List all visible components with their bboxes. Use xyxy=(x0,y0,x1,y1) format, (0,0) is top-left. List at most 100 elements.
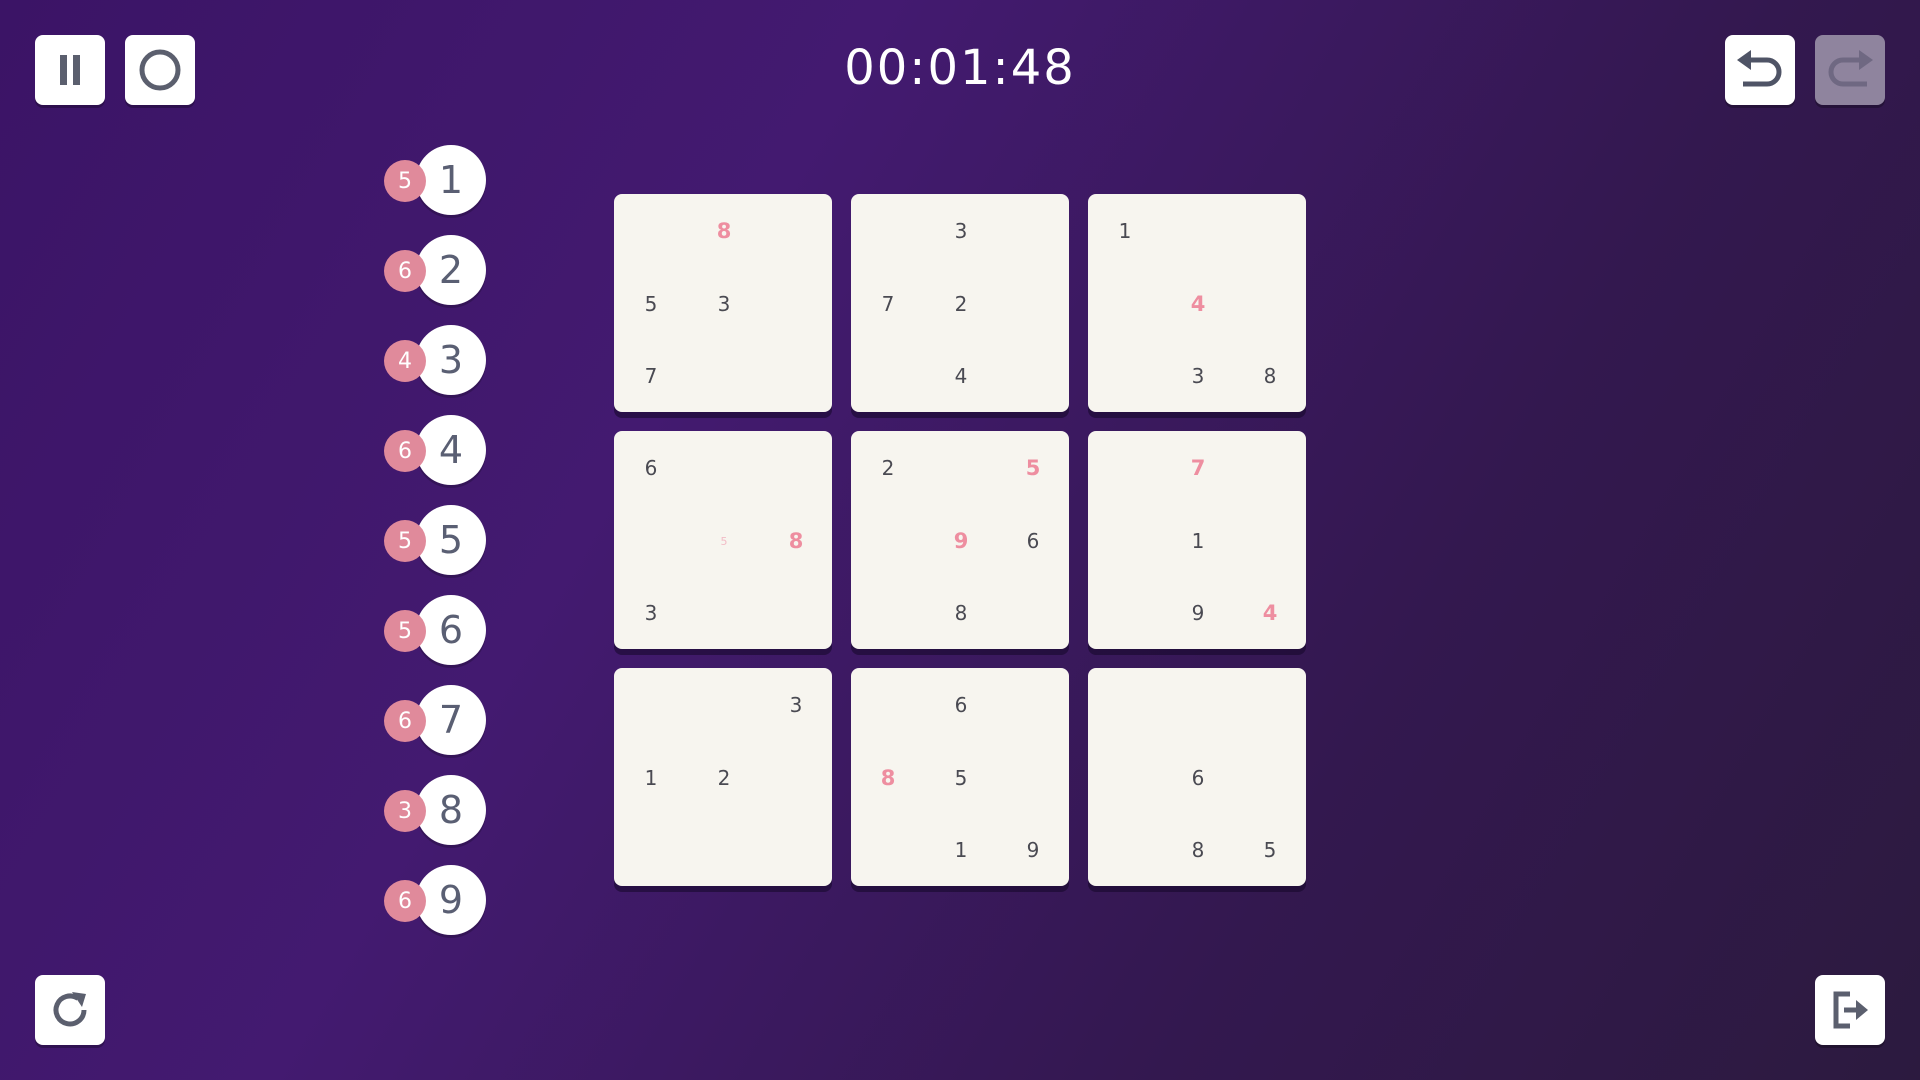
sudoku-cell[interactable] xyxy=(760,340,832,412)
sudoku-cell[interactable] xyxy=(852,195,924,267)
sudoku-cell[interactable] xyxy=(615,814,687,886)
sudoku-cell[interactable] xyxy=(760,742,832,814)
exit-icon xyxy=(1833,991,1868,1029)
number-label: 5 xyxy=(416,505,486,575)
sudoku-cell[interactable] xyxy=(760,195,832,267)
number-button-5[interactable]: 5 5 xyxy=(384,505,494,577)
sudoku-cell[interactable]: 8 xyxy=(1234,340,1306,412)
sudoku-cell[interactable]: 1 xyxy=(1089,195,1161,267)
sudoku-cell[interactable] xyxy=(997,669,1069,741)
sudoku-cell[interactable] xyxy=(852,340,924,412)
sudoku-cell[interactable]: 4 xyxy=(925,340,997,412)
number-button-9[interactable]: 6 9 xyxy=(384,865,494,937)
number-button-2[interactable]: 6 2 xyxy=(384,235,494,307)
sudoku-cell[interactable] xyxy=(760,814,832,886)
number-button-1[interactable]: 5 1 xyxy=(384,145,494,217)
sudoku-cell[interactable]: 5 xyxy=(925,742,997,814)
sudoku-cell[interactable]: 9 xyxy=(925,505,997,577)
sudoku-cell[interactable]: 3 xyxy=(688,268,760,340)
sudoku-cell[interactable]: 2 xyxy=(688,742,760,814)
sudoku-cell[interactable] xyxy=(1089,340,1161,412)
sudoku-cell[interactable]: 5 xyxy=(997,432,1069,504)
sudoku-cell[interactable]: 3 xyxy=(615,577,687,649)
sudoku-cell[interactable] xyxy=(1234,742,1306,814)
sudoku-cell[interactable]: 5 xyxy=(1234,814,1306,886)
sudoku-cell[interactable] xyxy=(997,340,1069,412)
sudoku-cell[interactable]: 5 xyxy=(688,505,760,577)
number-button-6[interactable]: 5 6 xyxy=(384,595,494,667)
restart-icon xyxy=(53,992,87,1027)
sudoku-cell[interactable] xyxy=(1162,669,1234,741)
sudoku-cell[interactable] xyxy=(1089,505,1161,577)
sudoku-cell[interactable] xyxy=(688,340,760,412)
sudoku-cell[interactable] xyxy=(1089,814,1161,886)
sudoku-cell[interactable] xyxy=(925,432,997,504)
restart-button[interactable] xyxy=(35,975,105,1045)
number-button-3[interactable]: 4 3 xyxy=(384,325,494,397)
sudoku-cell[interactable] xyxy=(615,195,687,267)
sudoku-cell[interactable]: 7 xyxy=(852,268,924,340)
sudoku-cell[interactable]: 2 xyxy=(925,268,997,340)
sudoku-cell[interactable] xyxy=(1234,195,1306,267)
sudoku-cell[interactable]: 8 xyxy=(688,195,760,267)
sudoku-cell[interactable]: 8 xyxy=(760,505,832,577)
sudoku-box: 3 12 xyxy=(614,668,832,886)
sudoku-cell[interactable] xyxy=(615,669,687,741)
sudoku-cell[interactable] xyxy=(1089,268,1161,340)
sudoku-cell[interactable] xyxy=(1089,577,1161,649)
sudoku-cell[interactable] xyxy=(760,577,832,649)
sudoku-cell[interactable] xyxy=(688,577,760,649)
number-button-7[interactable]: 6 7 xyxy=(384,685,494,757)
sudoku-cell[interactable] xyxy=(997,195,1069,267)
sudoku-cell[interactable] xyxy=(760,268,832,340)
sudoku-cell[interactable]: 3 xyxy=(1162,340,1234,412)
sudoku-cell[interactable]: 3 xyxy=(925,195,997,267)
sudoku-cell[interactable]: 9 xyxy=(997,814,1069,886)
sudoku-cell[interactable]: 4 xyxy=(1234,577,1306,649)
sudoku-cell[interactable] xyxy=(1234,505,1306,577)
sudoku-cell[interactable] xyxy=(1162,195,1234,267)
sudoku-cell[interactable]: 6 xyxy=(1162,742,1234,814)
sudoku-cell[interactable] xyxy=(852,669,924,741)
sudoku-cell[interactable]: 8 xyxy=(852,742,924,814)
sudoku-cell[interactable]: 3 xyxy=(760,669,832,741)
exit-button[interactable] xyxy=(1815,975,1885,1045)
sudoku-cell[interactable]: 1 xyxy=(925,814,997,886)
sudoku-cell[interactable] xyxy=(997,742,1069,814)
sudoku-cell[interactable]: 8 xyxy=(1162,814,1234,886)
sudoku-cell[interactable] xyxy=(852,814,924,886)
sudoku-cell[interactable] xyxy=(1234,432,1306,504)
pause-button[interactable] xyxy=(35,35,105,105)
sudoku-cell[interactable] xyxy=(615,505,687,577)
undo-button[interactable] xyxy=(1725,35,1795,105)
sudoku-cell[interactable] xyxy=(1089,669,1161,741)
redo-button[interactable] xyxy=(1815,35,1885,105)
sudoku-cell[interactable]: 7 xyxy=(1162,432,1234,504)
sudoku-cell[interactable]: 6 xyxy=(997,505,1069,577)
sudoku-cell[interactable]: 6 xyxy=(925,669,997,741)
sudoku-cell[interactable] xyxy=(1089,742,1161,814)
sudoku-cell[interactable] xyxy=(1089,432,1161,504)
sudoku-cell[interactable] xyxy=(1234,669,1306,741)
hint-button[interactable] xyxy=(125,35,195,105)
sudoku-cell[interactable]: 7 xyxy=(615,340,687,412)
sudoku-cell[interactable]: 1 xyxy=(615,742,687,814)
number-button-4[interactable]: 6 4 xyxy=(384,415,494,487)
sudoku-cell[interactable] xyxy=(688,814,760,886)
sudoku-cell[interactable]: 6 xyxy=(615,432,687,504)
sudoku-cell[interactable]: 2 xyxy=(852,432,924,504)
sudoku-cell[interactable] xyxy=(852,577,924,649)
number-button-8[interactable]: 3 8 xyxy=(384,775,494,847)
sudoku-cell[interactable] xyxy=(997,268,1069,340)
sudoku-cell[interactable] xyxy=(688,669,760,741)
sudoku-cell[interactable] xyxy=(760,432,832,504)
sudoku-cell[interactable] xyxy=(1234,268,1306,340)
sudoku-cell[interactable]: 1 xyxy=(1162,505,1234,577)
sudoku-cell[interactable]: 9 xyxy=(1162,577,1234,649)
sudoku-cell[interactable]: 5 xyxy=(615,268,687,340)
sudoku-cell[interactable] xyxy=(852,505,924,577)
sudoku-cell[interactable]: 4 xyxy=(1162,268,1234,340)
sudoku-cell[interactable] xyxy=(688,432,760,504)
sudoku-cell[interactable]: 8 xyxy=(925,577,997,649)
sudoku-cell[interactable] xyxy=(997,577,1069,649)
